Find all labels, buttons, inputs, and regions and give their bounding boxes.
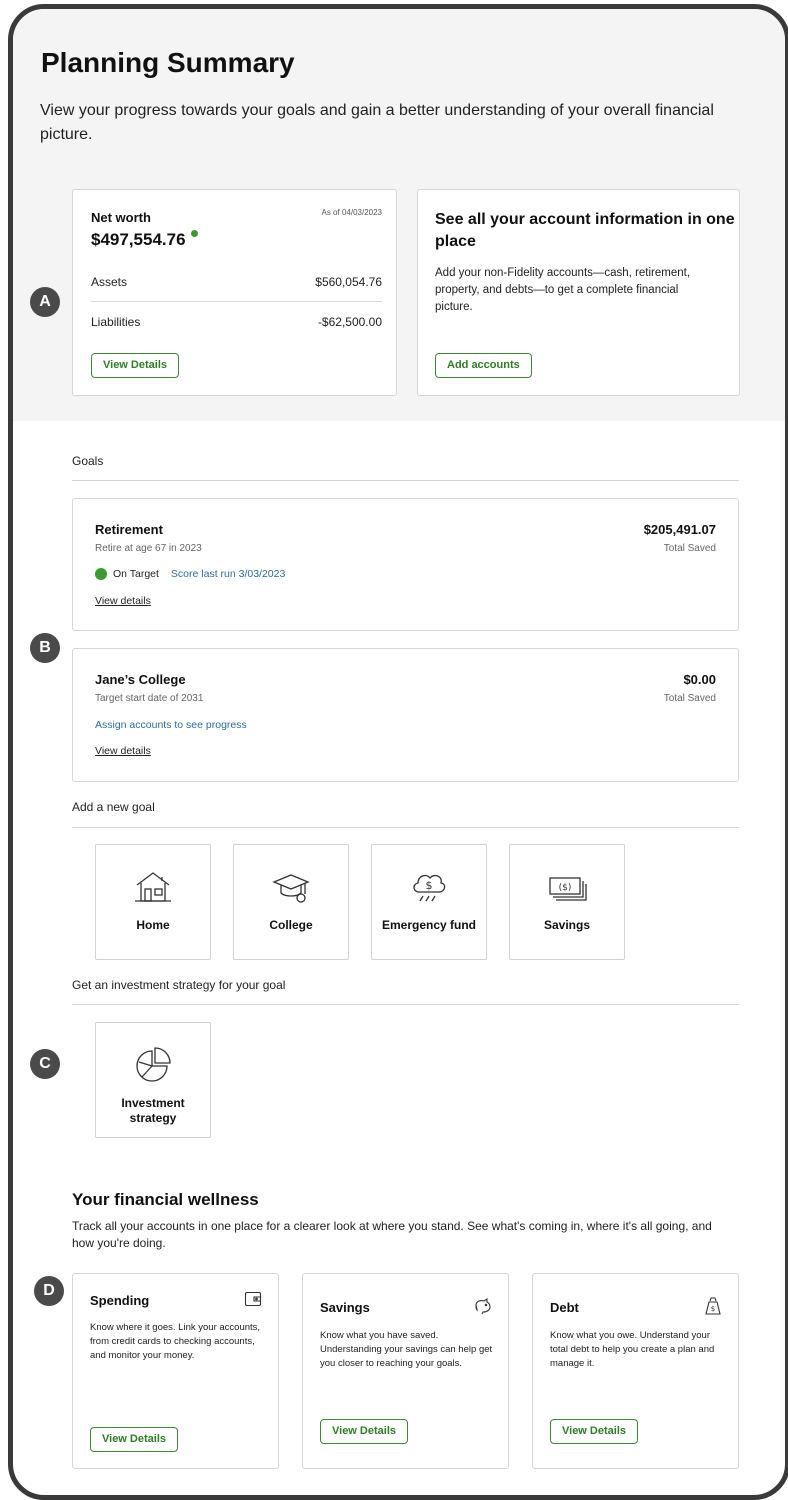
pie-chart-icon bbox=[96, 1045, 210, 1085]
wellness-card-description: Know what you have saved. Understanding … bbox=[320, 1330, 493, 1369]
goal-tile-savings[interactable]: ($) Savings bbox=[509, 844, 625, 960]
spending-view-details-button[interactable]: View Details bbox=[90, 1427, 178, 1452]
goal-card-retirement[interactable]: Retirement Retire at age 67 in 2023 $205… bbox=[72, 498, 739, 631]
tile-label: Investment strategy bbox=[121, 1096, 185, 1125]
liabilities-label: Liabilities bbox=[91, 315, 141, 329]
goal-amount: $0.00 bbox=[683, 672, 716, 687]
wellness-card-title: Debt bbox=[550, 1300, 579, 1315]
goal-status-text: On Target bbox=[113, 568, 159, 580]
on-target-status-icon bbox=[95, 568, 107, 580]
cloud-dollar-icon: $ bbox=[372, 867, 486, 907]
svg-text:$: $ bbox=[711, 1305, 715, 1313]
marker-c: C bbox=[30, 1049, 60, 1079]
tile-label: Home bbox=[136, 918, 170, 932]
wellness-card-title: Spending bbox=[90, 1293, 150, 1308]
wellness-card-description: Know where it goes. Link your accounts, … bbox=[90, 1322, 261, 1361]
svg-text:$: $ bbox=[426, 879, 433, 892]
wellness-card-spending[interactable]: Spending Know where it goes. Link your a… bbox=[72, 1273, 279, 1469]
college-view-details-link[interactable]: View details bbox=[95, 745, 151, 757]
house-icon bbox=[96, 867, 210, 907]
assets-label: Assets bbox=[91, 275, 128, 289]
add-goal-divider bbox=[72, 827, 739, 828]
net-worth-title: Net worth bbox=[91, 210, 151, 225]
net-worth-card: Net worth As of 04/03/2023 $497,554.76 A… bbox=[72, 189, 397, 396]
net-worth-value: $497,554.76 bbox=[91, 230, 186, 249]
wellness-card-savings[interactable]: Savings Know what you have saved. Unders… bbox=[302, 1273, 509, 1469]
goal-name: Jane’s College bbox=[95, 672, 186, 687]
svg-text:($): ($) bbox=[559, 883, 572, 893]
assets-value: $560,054.76 bbox=[315, 275, 382, 289]
cash-stack-icon: ($) bbox=[510, 867, 624, 907]
marker-d: D bbox=[34, 1276, 64, 1306]
add-accounts-card: See all your account information in one … bbox=[417, 189, 740, 396]
tile-label: College bbox=[269, 918, 313, 932]
investment-strategy-tile[interactable]: Investment strategy bbox=[95, 1022, 211, 1138]
liabilities-value: -$62,500.00 bbox=[317, 315, 382, 329]
wellness-card-title: Savings bbox=[320, 1300, 370, 1315]
wellness-card-description: Know what you owe. Understand your total… bbox=[550, 1330, 715, 1369]
page-title: Planning Summary bbox=[41, 47, 295, 78]
marker-a: A bbox=[30, 287, 60, 317]
goal-status: On Target Score last run 3/03/2023 bbox=[95, 568, 285, 580]
net-worth-value-row: $497,554.76 bbox=[91, 230, 198, 250]
piggy-bank-icon bbox=[472, 1297, 492, 1320]
assign-accounts-link[interactable]: Assign accounts to see progress bbox=[95, 719, 247, 731]
liabilities-row: Liabilities -$62,500.00 bbox=[91, 315, 382, 329]
graduation-cap-icon bbox=[234, 867, 348, 907]
wellness-card-debt[interactable]: Debt $ Know what you owe. Understand you… bbox=[532, 1273, 739, 1469]
assets-row: Assets $560,054.76 bbox=[91, 275, 382, 289]
wallet-icon bbox=[244, 1290, 262, 1313]
goal-card-college[interactable]: Jane’s College Target start date of 2031… bbox=[72, 648, 739, 782]
device-frame: Planning Summary View your progress towa… bbox=[8, 4, 788, 1500]
goal-tile-home[interactable]: Home bbox=[95, 844, 211, 960]
net-worth-divider bbox=[91, 301, 382, 302]
goal-tile-emergency-fund[interactable]: $ Emergency fund bbox=[371, 844, 487, 960]
goal-subtitle: Target start date of 2031 bbox=[95, 693, 204, 704]
add-accounts-button[interactable]: Add accounts bbox=[435, 353, 532, 378]
debt-view-details-button[interactable]: View Details bbox=[550, 1419, 638, 1444]
strategy-section-label: Get an investment strategy for your goal bbox=[72, 978, 286, 992]
add-accounts-description: Add your non-Fidelity accounts—cash, ret… bbox=[435, 267, 691, 313]
info-dot-icon[interactable] bbox=[190, 230, 198, 237]
add-goal-section-label: Add a new goal bbox=[72, 800, 155, 814]
goals-divider bbox=[72, 480, 739, 481]
strategy-divider bbox=[72, 1004, 739, 1005]
net-worth-as-of: As of 04/03/2023 bbox=[321, 208, 383, 217]
goal-subtitle: Retire at age 67 in 2023 bbox=[95, 543, 202, 554]
tile-label: Savings bbox=[543, 918, 591, 932]
wellness-title: Your financial wellness bbox=[72, 1190, 259, 1209]
tile-label: Emergency fund bbox=[381, 918, 477, 932]
goals-section-label: Goals bbox=[72, 454, 104, 468]
wellness-description: Track all your accounts in one place for… bbox=[72, 1219, 712, 1250]
goal-name: Retirement bbox=[95, 522, 163, 537]
goal-amount: $205,491.07 bbox=[643, 522, 716, 537]
goal-tile-college[interactable]: College bbox=[233, 844, 349, 960]
goal-amount-label: Total Saved bbox=[663, 693, 716, 704]
page-intro: View your progress towards your goals an… bbox=[40, 102, 714, 143]
add-accounts-title: See all your account information in one … bbox=[435, 211, 735, 250]
savings-view-details-button[interactable]: View Details bbox=[320, 1419, 408, 1444]
retirement-view-details-link[interactable]: View details bbox=[95, 595, 151, 607]
marker-b: B bbox=[30, 633, 60, 663]
score-last-run-link[interactable]: Score last run 3/03/2023 bbox=[171, 568, 285, 580]
net-worth-view-details-button[interactable]: View Details bbox=[91, 353, 179, 378]
goal-amount-label: Total Saved bbox=[663, 543, 716, 554]
money-bag-icon: $ bbox=[704, 1296, 722, 1321]
